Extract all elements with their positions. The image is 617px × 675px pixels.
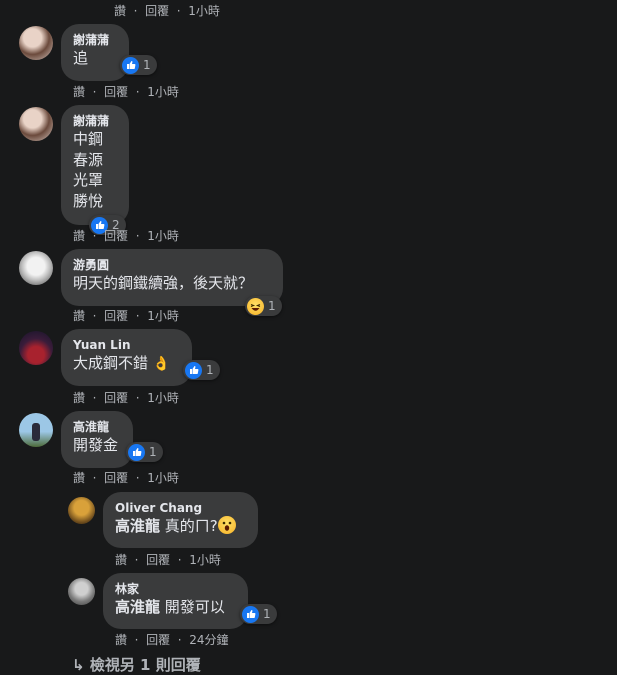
reply-link[interactable]: 回覆 bbox=[104, 227, 128, 244]
reply-link[interactable]: 回覆 bbox=[145, 2, 169, 19]
reaction-count: 1 bbox=[206, 363, 214, 377]
comment-text: 追 bbox=[73, 49, 89, 67]
reaction-count: 1 bbox=[268, 299, 276, 313]
comment-author[interactable]: 林家 bbox=[115, 581, 236, 597]
comment-text: 明天的鋼鐵續強，後天就？ bbox=[73, 274, 254, 292]
like-link[interactable]: 讚 bbox=[73, 469, 85, 486]
haha-icon bbox=[247, 297, 264, 315]
reaction-count: 1 bbox=[263, 607, 271, 621]
comment-actions: 讚 · 回覆 · 1小時 bbox=[115, 551, 221, 568]
timestamp[interactable]: 1小時 bbox=[189, 551, 221, 568]
comment-author[interactable]: Oliver Chang bbox=[115, 500, 246, 516]
reaction-badge[interactable]: 1 bbox=[126, 442, 163, 462]
reply-arrow-icon: ↳ bbox=[72, 656, 85, 674]
reply-bubble: Oliver Chang 高淮龍 真的ㄇ? bbox=[103, 492, 258, 548]
avatar[interactable] bbox=[19, 26, 53, 60]
like-link[interactable]: 讚 bbox=[114, 2, 126, 19]
avatar[interactable] bbox=[19, 413, 53, 447]
like-icon bbox=[242, 605, 259, 623]
comment-actions: 讚 · 回覆 · 1小時 bbox=[73, 83, 179, 100]
ok-hand-emoji: 👌 bbox=[152, 356, 171, 372]
like-icon bbox=[128, 443, 145, 461]
reply-bubble: 林家 高淮龍 開發可以 bbox=[103, 573, 248, 629]
comment-author[interactable]: 謝蒲蒲 bbox=[73, 32, 117, 48]
comment-text: 大成鋼不錯 👌 bbox=[73, 354, 171, 372]
comment-text: 開發金 bbox=[73, 436, 119, 454]
reaction-badge[interactable]: 1 bbox=[245, 296, 282, 316]
like-link[interactable]: 讚 bbox=[73, 83, 85, 100]
comment-bubble: Yuan Lin 大成鋼不錯 👌 bbox=[61, 329, 192, 386]
comment-text-line: 春源 bbox=[73, 150, 104, 169]
comment-author[interactable]: 謝蒲蒲 bbox=[73, 113, 117, 129]
timestamp[interactable]: 24分鐘 bbox=[189, 631, 228, 648]
comment-actions: 讚 · 回覆 · 1小時 bbox=[73, 389, 179, 406]
like-icon bbox=[122, 56, 139, 74]
comment-text-line: 光罩 bbox=[73, 171, 104, 189]
reply-link[interactable]: 回覆 bbox=[104, 469, 128, 486]
like-link[interactable]: 讚 bbox=[115, 551, 127, 568]
timestamp[interactable]: 1小時 bbox=[147, 227, 179, 244]
comment-text-line: 勝悅 bbox=[73, 191, 104, 210]
comment-bubble: 謝蒲蒲 追 bbox=[61, 24, 129, 81]
wow-emoji bbox=[217, 516, 236, 534]
avatar[interactable] bbox=[19, 251, 53, 285]
like-icon bbox=[185, 361, 202, 379]
reaction-badge[interactable]: 1 bbox=[240, 604, 277, 624]
timestamp[interactable]: 1小時 bbox=[147, 307, 179, 324]
comment-text: 高淮龍 開發可以 bbox=[115, 598, 225, 616]
comment-actions: 讚 · 回覆 · 24分鐘 bbox=[115, 631, 229, 648]
comment-text: 高淮龍 真的ㄇ? bbox=[115, 516, 246, 537]
reply-link[interactable]: 回覆 bbox=[104, 389, 128, 406]
reaction-badge[interactable]: 1 bbox=[183, 360, 220, 380]
reply-link[interactable]: 回覆 bbox=[146, 551, 170, 568]
avatar-figure bbox=[32, 423, 40, 441]
reaction-badge[interactable]: 1 bbox=[120, 55, 157, 75]
reply-link[interactable]: 回覆 bbox=[146, 631, 170, 648]
avatar[interactable] bbox=[68, 578, 95, 605]
timestamp[interactable]: 1小時 bbox=[147, 469, 179, 486]
reaction-count: 1 bbox=[143, 58, 151, 72]
like-link[interactable]: 讚 bbox=[115, 631, 127, 648]
timestamp[interactable]: 1小時 bbox=[188, 2, 220, 19]
avatar[interactable] bbox=[68, 497, 95, 524]
comment-bubble: 謝蒲蒲 中鋼 春源 光罩 勝悅 bbox=[61, 105, 129, 225]
avatar[interactable] bbox=[19, 107, 53, 141]
comment-actions: 讚 · 回覆 · 1小時 bbox=[114, 2, 220, 19]
comment-author[interactable]: Yuan Lin bbox=[73, 337, 180, 353]
comment-author[interactable]: 高淮龍 bbox=[73, 419, 121, 435]
comment-bubble: 高淮龍 開發金 bbox=[61, 411, 133, 468]
timestamp[interactable]: 1小時 bbox=[147, 389, 179, 406]
avatar[interactable] bbox=[19, 331, 53, 365]
comment-actions: 讚 · 回覆 · 1小時 bbox=[73, 469, 179, 486]
comment-text-line: 中鋼 bbox=[73, 130, 104, 148]
like-link[interactable]: 讚 bbox=[73, 389, 85, 406]
mention-link[interactable]: 高淮龍 bbox=[115, 517, 160, 535]
mention-link[interactable]: 高淮龍 bbox=[115, 598, 160, 616]
comment-actions: 讚 · 回覆 · 1小時 bbox=[73, 227, 179, 244]
reaction-count: 1 bbox=[149, 445, 157, 459]
like-link[interactable]: 讚 bbox=[73, 307, 85, 324]
like-link[interactable]: 讚 bbox=[73, 227, 85, 244]
reply-link[interactable]: 回覆 bbox=[104, 307, 128, 324]
timestamp[interactable]: 1小時 bbox=[147, 83, 179, 100]
comment-actions: 讚 · 回覆 · 1小時 bbox=[73, 307, 179, 324]
reply-link[interactable]: 回覆 bbox=[104, 83, 128, 100]
comment-author[interactable]: 游勇圓 bbox=[73, 257, 271, 273]
